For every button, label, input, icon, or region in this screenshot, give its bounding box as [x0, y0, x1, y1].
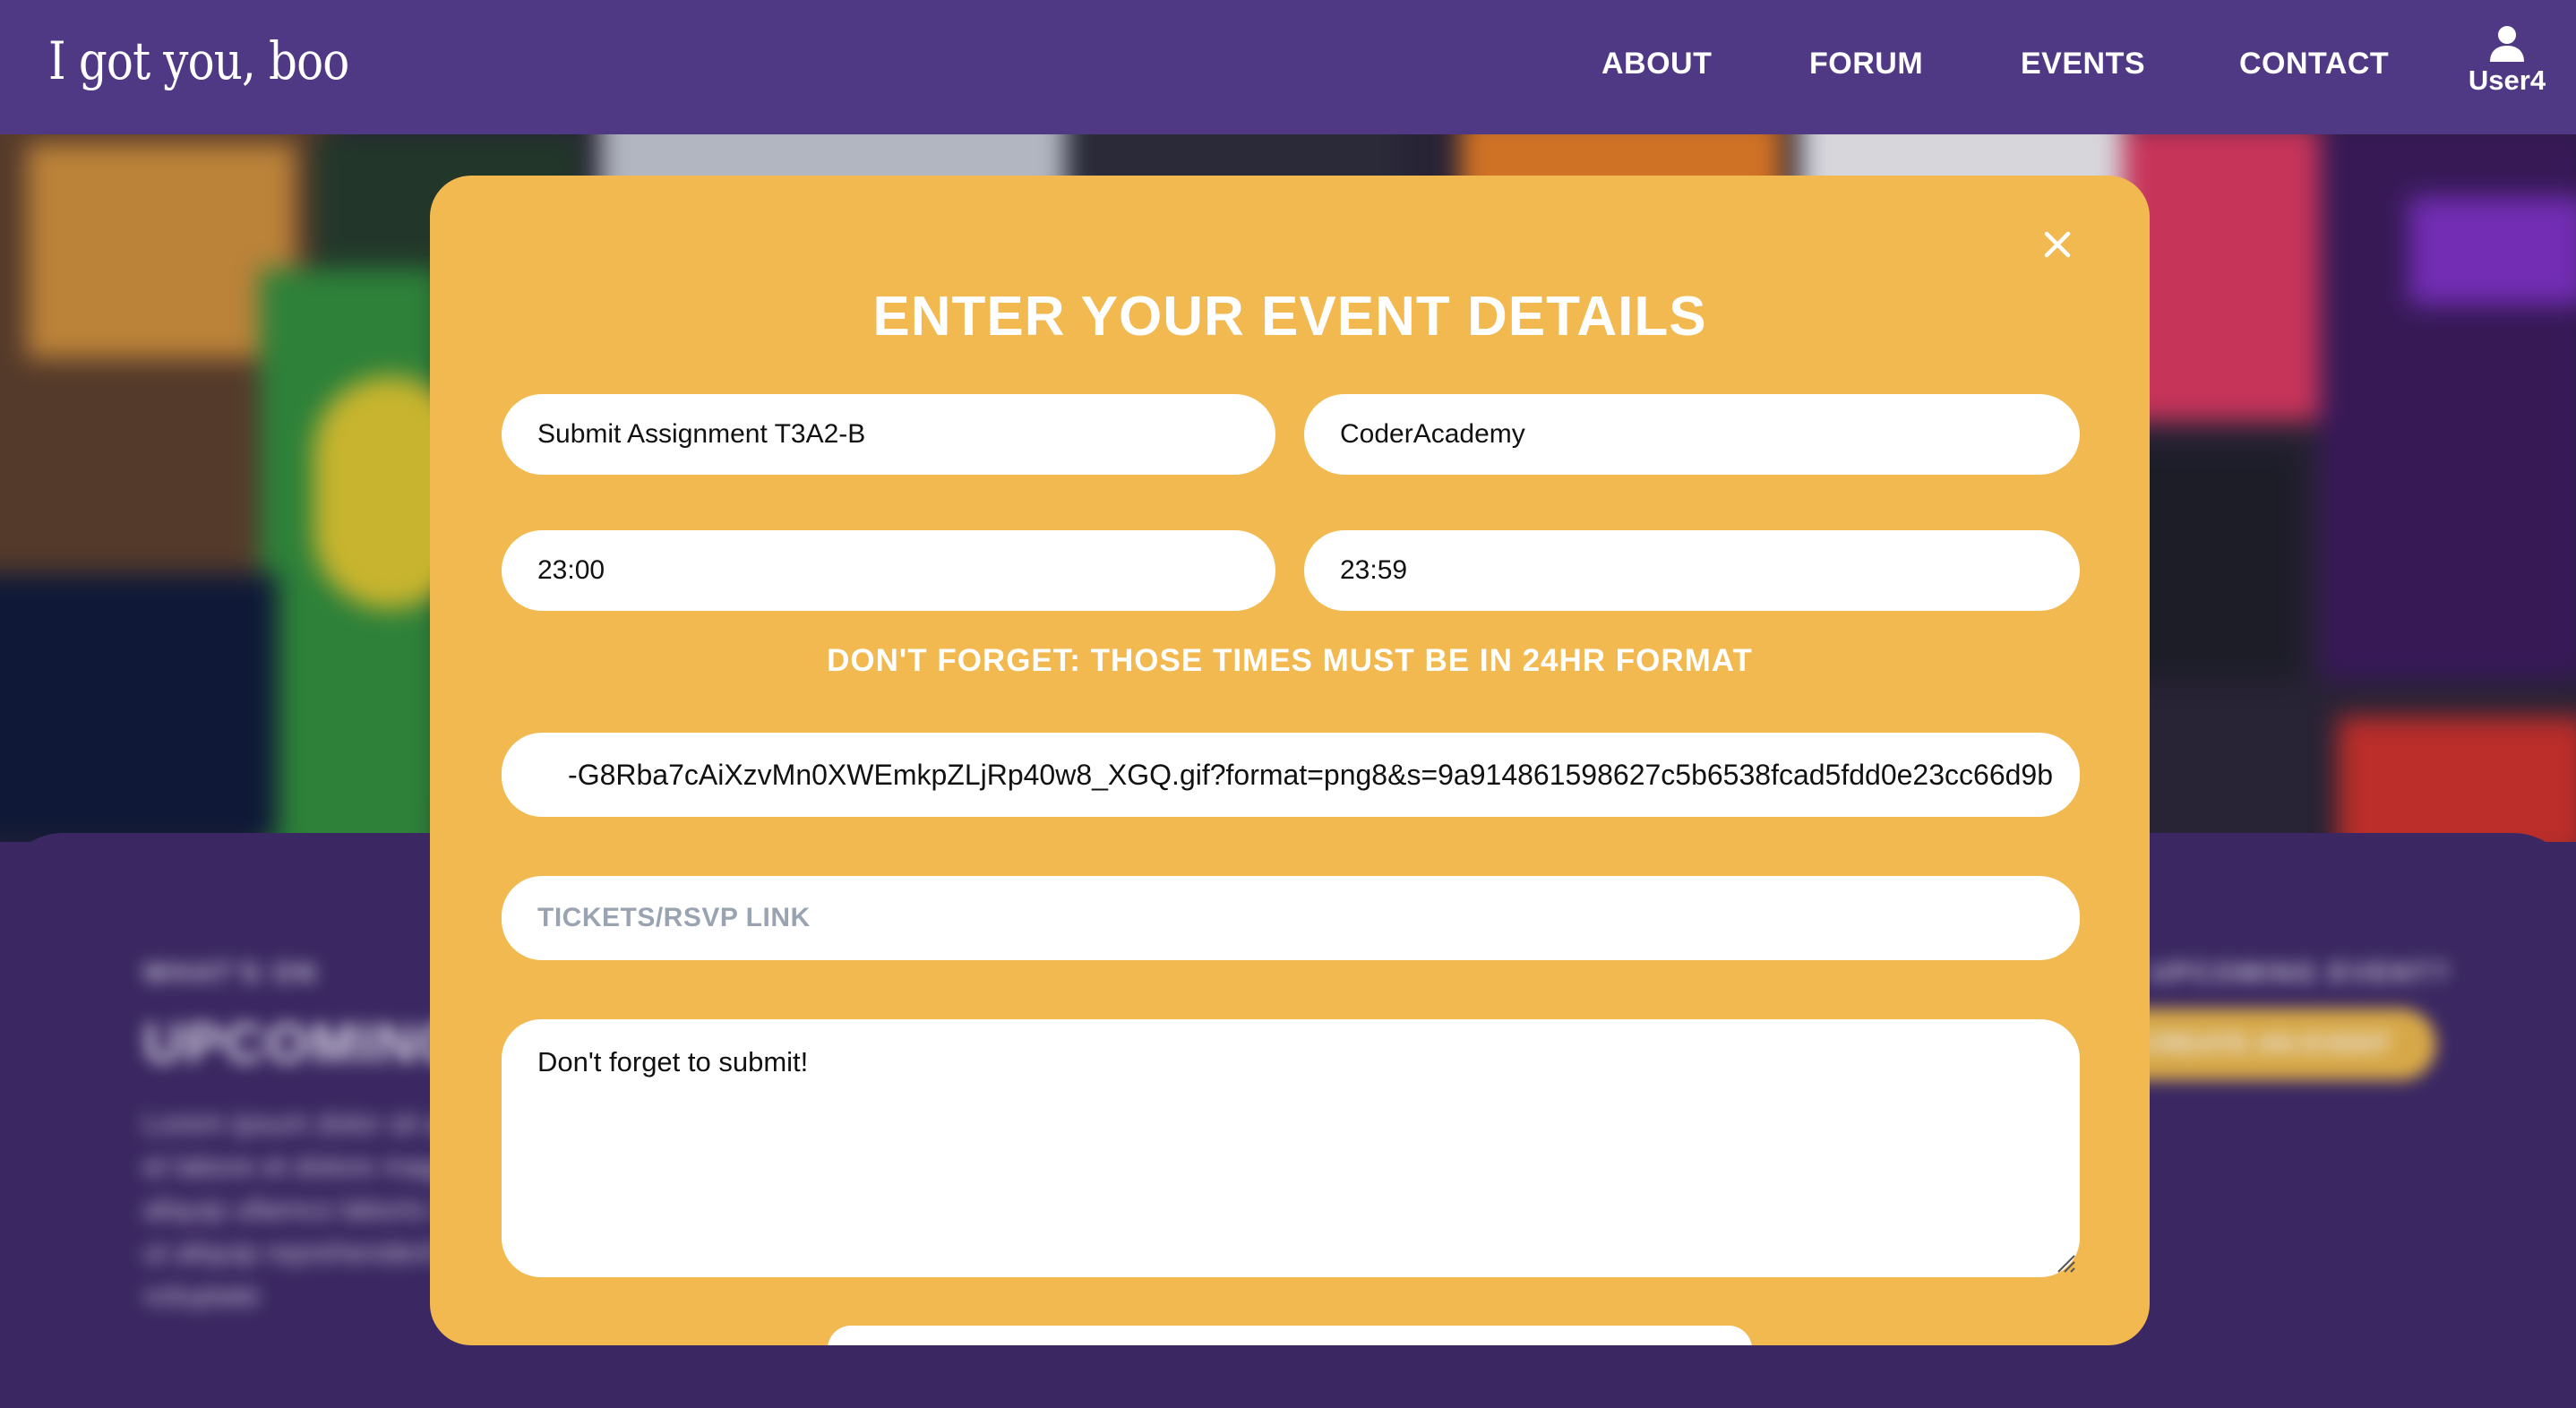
description-textarea[interactable]: Don't forget to submit! [502, 1019, 2080, 1277]
user-icon [2490, 26, 2524, 62]
end-time-input[interactable] [1340, 555, 2053, 586]
site-header: I got you, boo ABOUT FORUM EVENTS CONTAC… [0, 0, 2576, 134]
tickets-link-field[interactable] [502, 876, 2080, 960]
submit-button[interactable] [828, 1326, 1752, 1345]
location-field[interactable] [1304, 394, 2080, 475]
time-format-note: DON'T FORGET: THOSE TIMES MUST BE IN 24H… [827, 643, 1753, 678]
close-button[interactable] [2035, 222, 2080, 267]
event-name-field[interactable] [502, 394, 1275, 475]
event-details-modal: ENTER YOUR EVENT DETAILS DON'T FORGET: T… [430, 176, 2150, 1345]
start-time-input[interactable] [537, 555, 1249, 586]
location-input[interactable] [1340, 419, 2053, 450]
description-text: Don't forget to submit! [537, 1046, 809, 1077]
user-name: User4 [2468, 64, 2546, 96]
site-logo[interactable]: I got you, boo [48, 30, 349, 91]
nav-about[interactable]: ABOUT [1601, 47, 1712, 82]
tickets-link-input[interactable] [537, 903, 2053, 933]
image-url-value: -G8Rba7cAiXzvMn0XWEmkpZLjRp40w8_XGQ.gif?… [568, 758, 2053, 791]
nav-events[interactable]: EVENTS [2021, 47, 2145, 82]
start-time-field[interactable] [502, 530, 1275, 611]
user-menu[interactable]: User4 [2458, 25, 2556, 97]
resize-handle-icon[interactable] [2053, 1250, 2076, 1274]
close-icon [2044, 231, 2071, 258]
nav-contact[interactable]: CONTACT [2239, 47, 2389, 82]
end-time-field[interactable] [1304, 530, 2080, 611]
image-url-field[interactable]: -G8Rba7cAiXzvMn0XWEmkpZLjRp40w8_XGQ.gif?… [502, 733, 2080, 817]
modal-title: ENTER YOUR EVENT DETAILS [872, 286, 1707, 348]
nav-forum[interactable]: FORUM [1809, 47, 1923, 82]
event-name-input[interactable] [537, 419, 1249, 450]
